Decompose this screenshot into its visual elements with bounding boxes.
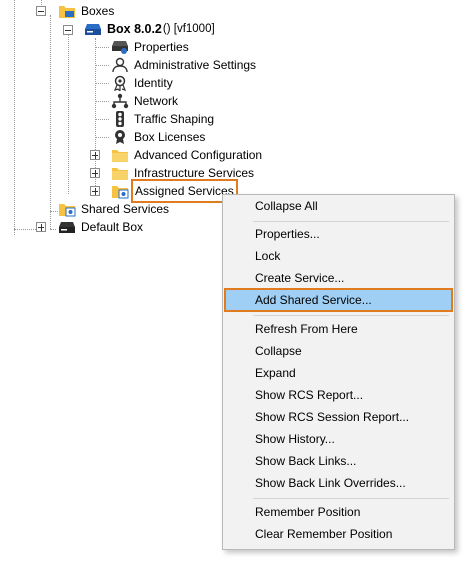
tree-line: [50, 229, 56, 230]
folder-icon: [111, 147, 129, 163]
tree-node-boxes[interactable]: Boxes: [58, 2, 114, 20]
menu-item-show-back-links[interactable]: Show Back Links...: [225, 450, 452, 472]
menu-separator: [253, 315, 449, 316]
menu-separator: [253, 221, 449, 222]
tree-line: [68, 34, 69, 194]
user-icon: [111, 57, 129, 73]
menu-item-clear-remember-position[interactable]: Clear Remember Position: [225, 523, 452, 545]
tree-node-label: Network: [134, 94, 179, 108]
menu-item-show-back-link-overrides[interactable]: Show Back Link Overrides...: [225, 472, 452, 494]
tree-node-advanced-configuration[interactable]: Advanced Configuration: [111, 146, 262, 164]
menu-item-add-shared-service[interactable]: Add Shared Service...: [224, 288, 453, 312]
box-suffix: () [vf1000]: [162, 23, 215, 35]
tree-node-label: Advanced Configuration: [134, 148, 263, 162]
assigned-services-label: Assigned Services: [131, 179, 238, 203]
tree-node-box[interactable]: Box 8.0.2 () [vf1000]: [84, 20, 215, 38]
tree-line: [95, 83, 109, 84]
menu-separator: [253, 498, 449, 499]
tree-node-label: Box Licenses: [134, 130, 206, 144]
menu-item-lock[interactable]: Lock: [225, 245, 452, 267]
box-name: Box 8.0.2: [107, 22, 162, 36]
tree-node-assigned-services[interactable]: Assigned Services: [111, 179, 238, 203]
menu-item-properties[interactable]: Properties...: [225, 223, 452, 245]
tree-line: [95, 137, 109, 138]
tree-node-traffic-shaping[interactable]: Traffic Shaping: [111, 110, 214, 128]
menu-item-remember-position[interactable]: Remember Position: [225, 501, 452, 523]
tree-node-label: Properties: [134, 40, 189, 54]
folder-box-icon: [58, 3, 76, 19]
tree-line: [50, 15, 51, 229]
collapse-box-expander[interactable]: [63, 25, 73, 35]
folder-gear-icon: [111, 183, 129, 199]
menu-item-expand[interactable]: Expand: [225, 362, 452, 384]
expand-infrastructure-services-expander[interactable]: [90, 168, 100, 178]
folder-icon: [111, 165, 129, 181]
tree-line: [95, 101, 109, 102]
tree-node-box-licenses[interactable]: Box Licenses: [111, 128, 205, 146]
tree-node-label: Default Box: [81, 220, 144, 234]
expand-assigned-services-expander[interactable]: [90, 186, 100, 196]
tree-node-label: Shared Services: [81, 202, 170, 216]
tree-node-label: Administrative Settings: [134, 58, 257, 72]
menu-item-refresh-from-here[interactable]: Refresh From Here: [225, 318, 452, 340]
tree-line: [50, 211, 58, 212]
certificate-icon: [111, 75, 129, 91]
tree-node-identity[interactable]: Identity: [111, 74, 173, 92]
expand-default-box-expander[interactable]: [36, 222, 46, 232]
context-menu: Collapse All Properties... Lock Create S…: [222, 194, 455, 550]
menu-item-collapse[interactable]: Collapse: [225, 340, 452, 362]
tree-line: [14, 229, 36, 230]
tree-line: [95, 47, 109, 48]
menu-item-create-service[interactable]: Create Service...: [225, 267, 452, 289]
menu-item-show-history[interactable]: Show History...: [225, 428, 452, 450]
expand-advanced-configuration-expander[interactable]: [90, 150, 100, 160]
license-badge-icon: [111, 129, 129, 145]
box-device-icon: [84, 21, 102, 37]
traffic-light-icon: [111, 111, 129, 127]
tree-line: [14, 0, 15, 235]
properties-icon: [111, 39, 129, 55]
tree-node-properties[interactable]: Properties: [111, 38, 189, 56]
menu-item-show-rcs-report[interactable]: Show RCS Report...: [225, 384, 452, 406]
tree-node-infrastructure-services[interactable]: Infrastructure Services: [111, 164, 254, 182]
tree-line: [95, 119, 109, 120]
tree-node-label: Traffic Shaping: [134, 112, 215, 126]
menu-item-show-rcs-session-report[interactable]: Show RCS Session Report...: [225, 406, 452, 428]
tree-node-network[interactable]: Network: [111, 92, 178, 110]
menu-item-collapse-all[interactable]: Collapse All: [225, 195, 452, 217]
tree-node-label: Identity: [134, 76, 173, 90]
folder-gear-icon: [58, 201, 76, 217]
tree-line: [95, 65, 109, 66]
network-icon: [111, 93, 129, 109]
tree-node-label: Infrastructure Services: [134, 166, 255, 180]
tree-node-label: Boxes: [81, 4, 115, 18]
collapse-boxes-expander[interactable]: [36, 6, 46, 16]
box-device-icon: [58, 219, 76, 235]
tree-node-administrative-settings[interactable]: Administrative Settings: [111, 56, 256, 74]
tree-node-shared-services[interactable]: Shared Services: [58, 200, 169, 218]
tree-node-default-box[interactable]: Default Box: [58, 218, 143, 236]
